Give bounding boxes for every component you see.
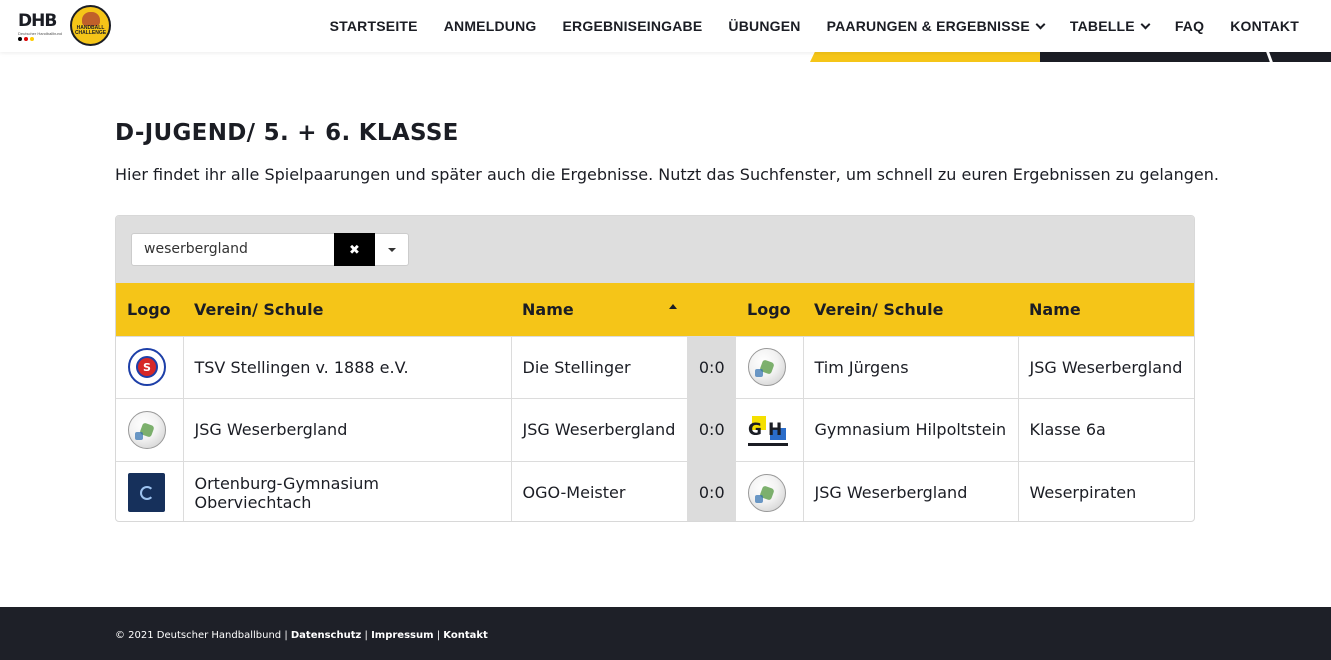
- nav-label: ÜBUNGEN: [728, 18, 801, 34]
- away-logo-cell: [736, 460, 804, 521]
- nav-label: KONTAKT: [1230, 18, 1299, 34]
- nav-label: ANMELDUNG: [443, 18, 537, 34]
- home-logo-cell: S: [116, 335, 184, 399]
- privacy-link[interactable]: Datenschutz: [291, 630, 361, 641]
- nav-paarungen-ergebnisse[interactable]: PAARUNGEN & ERGEBNISSE: [826, 18, 1046, 34]
- home-club-cell: JSG Weserbergland: [183, 398, 512, 461]
- home-logo-cell: [116, 398, 184, 461]
- nav-label: ERGEBNISEINGABE: [562, 18, 703, 34]
- jsg-weserbergland-logo: [748, 348, 786, 387]
- gymnasium-hilpoltstein-logo: GH: [748, 414, 788, 446]
- header-away-logo[interactable]: Logo: [736, 283, 803, 336]
- away-logo-cell: GH: [736, 398, 804, 461]
- home-club-cell: Ortenburg-Gymnasium Oberviechtach: [183, 460, 512, 521]
- main-nav: STARTSEITE ANMELDUNG ERGEBNISEINGABE ÜBU…: [304, 0, 1299, 52]
- sort-ascending-icon: [669, 304, 677, 309]
- away-name-cell: Weserpiraten: [1018, 460, 1194, 521]
- table-row: Ortenburg-Gymnasium Oberviechtach OGO-Me…: [116, 460, 1194, 521]
- away-club-cell: Tim Jürgens: [803, 335, 1019, 399]
- jsg-weserbergland-logo: [128, 410, 166, 449]
- caret-down-icon: [387, 247, 396, 252]
- dhb-logo-subtitle: Deutscher Handballbund: [18, 31, 63, 36]
- dhb-logo-mark: DHB: [18, 11, 57, 31]
- banner-stripe-dark: [1040, 52, 1331, 62]
- score-cell: 0:0: [687, 461, 736, 521]
- banner-stripe-yellow: [810, 52, 1050, 62]
- nav-label: TABELLE: [1069, 18, 1135, 34]
- nav-uebungen[interactable]: ÜBUNGEN: [728, 18, 800, 34]
- home-name-cell: OGO-Meister: [511, 460, 688, 521]
- home-name-cell: Die Stellinger: [511, 335, 688, 399]
- away-name-cell: JSG Weserbergland: [1018, 335, 1194, 399]
- away-club-cell: Gymnasium Hilpoltstein: [803, 398, 1019, 461]
- score-cell: 0:0: [687, 336, 736, 399]
- page-intro: Hier findet ihr alle Spielpaarungen und …: [115, 165, 1219, 184]
- challenge-logo-text: HANDBALL CHALLENGE: [74, 24, 107, 36]
- footer-separator: |: [361, 630, 372, 641]
- imprint-link[interactable]: Impressum: [371, 630, 433, 641]
- header-away-club[interactable]: Verein/ Schule: [803, 283, 1018, 336]
- search-input[interactable]: weserbergland: [131, 233, 335, 266]
- header-away-name[interactable]: Name: [1018, 283, 1194, 336]
- away-name-cell: Klasse 6a: [1018, 398, 1194, 461]
- search-toolbar: weserbergland ✖: [116, 216, 1194, 283]
- tsv-stellingen-logo: S: [128, 348, 166, 387]
- close-icon: ✖: [349, 241, 360, 257]
- handball-challenge-logo[interactable]: HANDBALL CHALLENGE: [70, 5, 111, 46]
- copyright-text: © 2021 Deutscher Handballbund |: [115, 630, 291, 641]
- header-label: Name: [522, 299, 574, 319]
- chevron-down-icon: [1140, 19, 1151, 29]
- bear-mascot-icon: [81, 11, 100, 26]
- footer-separator: |: [433, 630, 444, 641]
- header-home-name[interactable]: Name: [511, 283, 687, 336]
- header-home-logo[interactable]: Logo: [116, 283, 183, 336]
- flag-dots-icon: [18, 37, 62, 41]
- header-home-club[interactable]: Verein/ Schule: [183, 283, 511, 336]
- fixtures-table: Logo Verein/ Schule Name Logo Verein/ Sc…: [116, 283, 1194, 521]
- table-header-row: Logo Verein/ Schule Name Logo Verein/ Sc…: [116, 283, 1194, 336]
- nav-faq[interactable]: FAQ: [1175, 18, 1204, 34]
- page-title: D-JUGEND/ 5. + 6. KLASSE: [115, 120, 459, 146]
- jsg-weserbergland-logo: [748, 473, 786, 512]
- nav-label: PAARUNGEN & ERGEBNISSE: [826, 18, 1030, 34]
- header-score: [687, 283, 736, 336]
- away-club-cell: JSG Weserbergland: [803, 460, 1019, 521]
- table-row: S TSV Stellingen v. 1888 e.V. Die Stelli…: [116, 335, 1194, 399]
- home-name-cell: JSG Weserbergland: [511, 398, 688, 461]
- footer-text: © 2021 Deutscher Handballbund | Datensch…: [115, 630, 488, 641]
- chevron-down-icon: [1035, 19, 1046, 29]
- score-cell: 0:0: [687, 398, 736, 461]
- home-club-cell: TSV Stellingen v. 1888 e.V.: [183, 335, 512, 399]
- nav-ergebniseingabe[interactable]: ERGEBNISEINGABE: [563, 18, 703, 34]
- ortenburg-gymnasium-logo: [128, 473, 165, 512]
- dhb-logo[interactable]: DHB Deutscher Handballbund: [18, 13, 62, 43]
- search-options-dropdown[interactable]: [375, 233, 409, 266]
- nav-startseite[interactable]: STARTSEITE: [330, 18, 418, 34]
- nav-kontakt[interactable]: KONTAKT: [1230, 18, 1299, 34]
- nav-label: FAQ: [1174, 18, 1205, 34]
- site-footer: © 2021 Deutscher Handballbund | Datensch…: [0, 607, 1331, 660]
- site-header: DHB Deutscher Handballbund HANDBALL CHAL…: [0, 0, 1331, 52]
- nav-tabelle[interactable]: TABELLE: [1069, 18, 1151, 34]
- contact-link[interactable]: Kontakt: [443, 630, 488, 641]
- table-row: JSG Weserbergland JSG Weserbergland 0:0 …: [116, 398, 1194, 461]
- nav-label: STARTSEITE: [329, 18, 418, 34]
- home-logo-cell: [116, 460, 184, 521]
- clear-search-button[interactable]: ✖: [334, 233, 375, 266]
- nav-anmeldung[interactable]: ANMELDUNG: [444, 18, 537, 34]
- fixtures-panel: weserbergland ✖ Logo Verein/ Schule Name…: [115, 215, 1195, 522]
- away-logo-cell: [736, 335, 804, 399]
